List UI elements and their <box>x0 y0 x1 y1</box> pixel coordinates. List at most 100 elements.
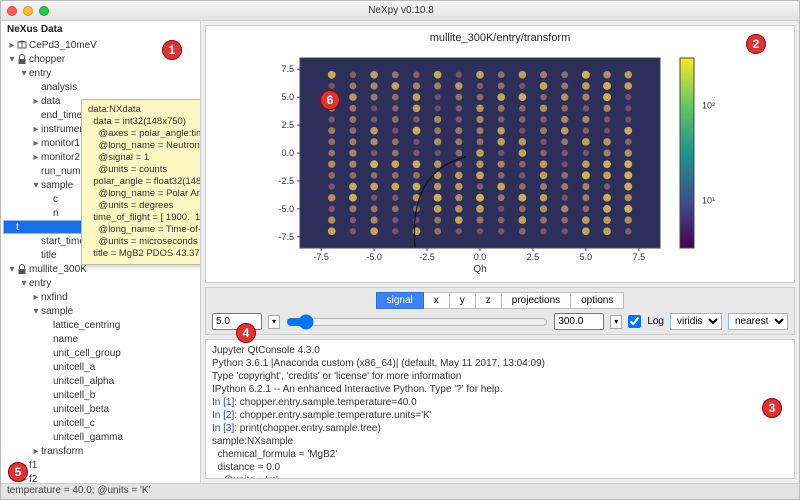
disclosure-triangle-icon[interactable]: ▾ <box>31 306 41 317</box>
app-window: NeXpy v0.10.8 NeXus Data ▸CePd3_10meV▾ch… <box>0 0 800 500</box>
lock-icon <box>17 54 27 64</box>
tab-x[interactable]: x <box>424 292 450 309</box>
console-line: chemical_formula = 'MgB2' <box>212 448 788 461</box>
minimize-icon[interactable] <box>23 6 33 16</box>
tree-label: c <box>53 194 58 205</box>
close-icon[interactable] <box>7 6 17 16</box>
interp-select[interactable]: nearest <box>728 313 788 330</box>
disclosure-triangle-icon[interactable]: ▸ <box>31 124 41 135</box>
tree-label: entry <box>29 278 51 289</box>
titlebar: NeXpy v0.10.8 <box>1 1 799 21</box>
tree-row[interactable]: ▸f2 <box>3 472 198 483</box>
console-line: In [3]: print(chopper.entry.sample.tree) <box>212 422 788 435</box>
svg-text:7.5: 7.5 <box>281 64 294 74</box>
svg-text:-7.5: -7.5 <box>278 232 294 242</box>
tree-row[interactable]: unitcell_b <box>3 388 198 402</box>
tab-signal[interactable]: signal <box>376 292 424 309</box>
disclosure-triangle-icon[interactable]: ▸ <box>31 446 41 457</box>
tree-row[interactable]: name <box>3 332 198 346</box>
tree-row[interactable]: ▸f1 <box>3 458 198 472</box>
plot-toolbar: signalxyzprojectionsoptions ▾ ▾ Log viri… <box>205 287 795 335</box>
range-slider[interactable] <box>286 314 548 330</box>
tree-row[interactable]: ▸transform <box>3 444 198 458</box>
console-line: Jupyter QtConsole 4.3.0 <box>212 344 788 357</box>
zoom-icon[interactable] <box>39 6 49 16</box>
min-stepper[interactable]: ▾ <box>268 315 280 329</box>
svg-text:-2.5: -2.5 <box>419 252 435 262</box>
tree-row[interactable]: unitcell_c <box>3 416 198 430</box>
tree-label: mullite_300K <box>29 264 87 275</box>
tree-label: data <box>41 96 60 107</box>
tree-label: lattice_centring <box>53 320 120 331</box>
tree-label: end_time <box>41 110 82 121</box>
console-line: Type 'copyright', 'credits' or 'license'… <box>212 370 788 383</box>
tree-label: analysis <box>41 82 77 93</box>
tree-row[interactable]: ▾entry <box>3 276 198 290</box>
box-icon <box>17 40 27 50</box>
tree-row[interactable]: unit_cell_group <box>3 346 198 360</box>
tree-label: f1 <box>29 460 37 471</box>
tree-label: unitcell_a <box>53 362 95 373</box>
disclosure-triangle-icon[interactable]: ▾ <box>7 264 17 275</box>
disclosure-triangle-icon[interactable]: ▸ <box>31 152 41 163</box>
range-row: ▾ ▾ Log viridis nearest <box>212 313 788 330</box>
tree-row[interactable]: unitcell_a <box>3 360 198 374</box>
disclosure-triangle-icon[interactable]: ▸ <box>31 96 41 107</box>
heatmap-plot[interactable]: -7.5-5.0-2.50.02.55.07.5-7.5-5.0-2.50.02… <box>240 48 760 278</box>
svg-text:2.5: 2.5 <box>281 120 294 130</box>
callout-badge-5: 5 <box>8 462 28 482</box>
tree-label: unitcell_b <box>53 390 95 401</box>
svg-text:2.5: 2.5 <box>527 252 540 262</box>
svg-text:0.0: 0.0 <box>474 252 487 262</box>
window-title: NeXpy v0.10.8 <box>49 5 753 16</box>
svg-text:5.0: 5.0 <box>281 92 294 102</box>
axis-tab-row: signalxyzprojectionsoptions <box>212 292 788 309</box>
tab-projections[interactable]: projections <box>502 292 571 309</box>
sidebar: NeXus Data ▸CePd3_10meV▾chopper▾entryana… <box>1 21 201 483</box>
tree-row[interactable]: unitcell_beta <box>3 402 198 416</box>
colormap-select[interactable]: viridis <box>670 313 722 330</box>
tree-row[interactable]: analysis <box>3 80 198 94</box>
disclosure-triangle-icon[interactable]: ▾ <box>19 68 29 79</box>
max-input[interactable] <box>554 313 604 330</box>
tree-label: f2 <box>29 474 37 484</box>
max-stepper[interactable]: ▾ <box>610 315 622 329</box>
tree-label: unitcell_gamma <box>53 432 123 443</box>
tree-label: unit_cell_group <box>53 348 121 359</box>
tree-row[interactable]: ▾sample <box>3 304 198 318</box>
tree-row[interactable]: lattice_centring <box>3 318 198 332</box>
tab-z[interactable]: z <box>476 292 502 309</box>
svg-text:-5.0: -5.0 <box>278 204 294 214</box>
console-line: Python 3.6.1 |Anaconda custom (x86_64)| … <box>212 357 788 370</box>
tab-options[interactable]: options <box>571 292 624 309</box>
ipython-console[interactable]: Jupyter QtConsole 4.3.0Python 3.6.1 |Ana… <box>205 339 795 479</box>
tree-label: title <box>41 250 57 261</box>
callout-badge-2: 2 <box>746 34 766 54</box>
svg-text:-2.5: -2.5 <box>278 176 294 186</box>
tree-row[interactable]: unitcell_alpha <box>3 374 198 388</box>
tree-label: unitcell_beta <box>53 404 109 415</box>
tree-label: start_time <box>41 236 85 247</box>
tab-y[interactable]: y <box>450 292 476 309</box>
tree-label: monitor2 <box>41 152 80 163</box>
tree-label: monitor1 <box>41 138 80 149</box>
tree-label: n <box>53 208 59 219</box>
disclosure-triangle-icon[interactable]: ▸ <box>31 292 41 303</box>
plot-area[interactable]: -7.5-5.0-2.50.02.55.07.5-7.5-5.0-2.50.02… <box>210 48 790 278</box>
tree-label: unitcell_alpha <box>53 376 114 387</box>
console-line: sample:NXsample <box>212 435 788 448</box>
tree-row[interactable]: ▸nxfind <box>3 290 198 304</box>
disclosure-triangle-icon[interactable]: ▾ <box>7 54 17 65</box>
disclosure-triangle-icon[interactable]: ▾ <box>19 278 29 289</box>
svg-text:7.5: 7.5 <box>633 252 646 262</box>
plot-pane: mullite_300K/entry/transform -7.5-5.0-2.… <box>205 25 795 283</box>
tree-row[interactable]: ▾entry <box>3 66 198 80</box>
tree-label: entry <box>29 68 51 79</box>
log-checkbox[interactable] <box>628 315 641 328</box>
tree-row[interactable]: unitcell_gamma <box>3 430 198 444</box>
disclosure-triangle-icon[interactable]: ▸ <box>31 138 41 149</box>
disclosure-triangle-icon[interactable]: ▾ <box>31 180 41 191</box>
disclosure-triangle-icon[interactable]: ▸ <box>7 40 17 51</box>
tree-label: nxfind <box>41 292 68 303</box>
console-line: IPython 6.2.1 -- An enhanced Interactive… <box>212 383 788 396</box>
